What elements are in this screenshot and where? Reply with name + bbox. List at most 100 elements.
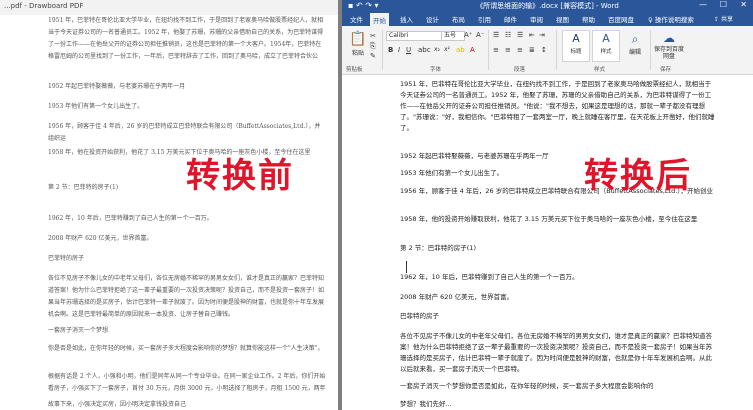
pdf-paragraph: 1953 年他们有第一个女儿出生了。 bbox=[48, 103, 144, 110]
share-button[interactable]: ⇪ 共享 bbox=[714, 14, 733, 23]
superscript-icon[interactable]: x² bbox=[444, 46, 450, 53]
tab-layout[interactable]: 布局 bbox=[452, 14, 465, 24]
word-window-title: 《所谓思维面的输》.docx [兼容模式] - Word bbox=[476, 2, 619, 10]
pdf-paragraph: 1956 年，顾客于佳 4 年后，26 岁的巴菲特成立巴菲特联合有限公司（Buf… bbox=[48, 123, 321, 142]
styles-icon: A bbox=[602, 32, 610, 45]
paste-icon: 📋 bbox=[349, 31, 367, 47]
before-label: 转换前 bbox=[186, 156, 294, 196]
style-heading-icon: A bbox=[572, 32, 580, 45]
grow-font-icon[interactable]: A⁺ bbox=[464, 31, 472, 39]
tab-view[interactable]: 视图 bbox=[556, 14, 569, 24]
save-to-baidu-button[interactable]: ☁ 保存到百度网盘 bbox=[654, 30, 684, 60]
pdf-paragraph: 各位不见房子不像儿女的中老年父母们，各位无房婚不稀罕的男男女女们，谁才是真正的赢… bbox=[48, 275, 325, 318]
multilevel-list-icon[interactable]: ☰ bbox=[517, 31, 523, 39]
separator bbox=[556, 30, 557, 70]
copy-icon[interactable]: ⎘ bbox=[370, 42, 376, 51]
paragraph-group-label: 段落 bbox=[514, 67, 526, 73]
doc-paragraph: 巴菲特的房子 bbox=[400, 312, 439, 320]
save-to-baidu-label: 保存到百度网盘 bbox=[654, 46, 685, 60]
tab-file[interactable]: 文件 bbox=[350, 14, 363, 24]
paste-label: 粘贴 bbox=[351, 50, 364, 57]
tab-design[interactable]: 设计 bbox=[426, 14, 439, 24]
save-group-label: 保存 bbox=[660, 67, 672, 73]
format-painter-icon[interactable]: ✎ bbox=[370, 52, 376, 60]
ribbon-tabs: 文件 开始 插入 设计 布局 引用 邮件 审阅 视图 帮助 百度网盘 ♀ 操作说… bbox=[342, 12, 753, 28]
paste-button[interactable]: 📋 粘贴 bbox=[348, 30, 368, 57]
doc-heading: 第 2 节：巴菲特的房子(1) bbox=[400, 244, 476, 252]
tab-mailings[interactable]: 邮件 bbox=[504, 14, 517, 24]
tab-references[interactable]: 引用 bbox=[478, 14, 491, 24]
strikethrough-icon[interactable]: abc bbox=[418, 46, 431, 54]
pdf-paragraph: 1962 年，10 年后，巴菲特赚到了自己人生的第一个一百万。 bbox=[48, 215, 213, 222]
increase-indent-icon[interactable]: ⇥ bbox=[539, 31, 545, 39]
ribbon-home: 📋 粘贴 ✂ ⎘ ✎ 剪贴板 Calibri 五号 A⁺ A⁻ B I U ab… bbox=[342, 16, 753, 75]
underline-icon[interactable]: U bbox=[406, 46, 411, 54]
lightbulb-icon: ♀ bbox=[648, 16, 655, 24]
tell-me-label: 操作说明搜索 bbox=[654, 16, 694, 24]
font-color-icon[interactable]: A bbox=[470, 46, 475, 54]
separator bbox=[650, 30, 651, 70]
bullets-icon[interactable]: ☰ bbox=[493, 31, 499, 39]
styles-group-label: 样式 bbox=[594, 67, 606, 73]
font-group-label: 字体 bbox=[430, 67, 442, 73]
doc-paragraph: 1958 年，他的投资开始赚取获利，他花了 3.15 万美元买下位于奥马哈的一座… bbox=[400, 215, 698, 223]
pdf-page[interactable]: 1951 年，巴菲特在哥伦比亚大学毕业，在纽约找不到工作，于是回到了老家奥马哈做… bbox=[0, 15, 338, 410]
close-icon[interactable]: ✕ bbox=[740, 0, 747, 9]
italic-icon[interactable]: I bbox=[398, 46, 400, 54]
minimize-icon[interactable]: — bbox=[699, 0, 707, 9]
tab-review[interactable]: 审阅 bbox=[530, 14, 543, 24]
separator bbox=[488, 30, 489, 70]
separator bbox=[382, 30, 383, 70]
share-label: 共享 bbox=[720, 16, 733, 23]
align-center-icon[interactable]: ≡ bbox=[505, 46, 511, 54]
style-heading-button[interactable]: A 标题 bbox=[562, 30, 590, 62]
tab-insert[interactable]: 插入 bbox=[400, 14, 413, 24]
line-spacing-icon[interactable]: ↕ bbox=[541, 46, 547, 54]
doc-paragraph: 各位不见房子不像儿女的中老年父母们，各位无房婚不稀罕的男男女女们，谁才是真正的赢… bbox=[400, 332, 712, 373]
find-icon: ⌕ bbox=[631, 32, 639, 46]
cut-icon[interactable]: ✂ bbox=[370, 32, 376, 40]
tab-baidu-netdisk[interactable]: 百度网盘 bbox=[608, 14, 634, 24]
editing-button[interactable]: ⌕ 编辑 bbox=[624, 31, 646, 56]
subscript-icon[interactable]: x₂ bbox=[434, 46, 440, 53]
pdf-window-title: ...pdf - Drawboard PDF bbox=[4, 2, 84, 10]
font-size-select[interactable]: 五号 bbox=[441, 31, 465, 41]
pdf-paragraph: 1952 年起巴菲特娶薇薇，与老婆苏珊在乎两年一月 bbox=[48, 83, 186, 90]
doc-paragraph: 梦想？我们先好... bbox=[400, 400, 452, 408]
share-icon: ⇪ bbox=[714, 16, 721, 23]
document-page[interactable]: 1951 年，巴菲特在哥伦比亚大学毕业，在纽约找不到工作，于是回到了老家奥马哈做… bbox=[342, 75, 753, 410]
pdf-paragraph: 一套房子消灭一个梦想 bbox=[48, 327, 109, 334]
pdf-paragraph: 根据有话是 2 个人，小强和小明，他们是同年从同一个专业毕业。在同一家企业工作。… bbox=[48, 373, 326, 392]
tell-me-search[interactable]: ♀ 操作说明搜索 bbox=[648, 14, 694, 24]
pdf-paragraph: 故事下来，小强决定买房，因小明决定拿钱投资自己 bbox=[48, 401, 187, 408]
maximize-icon[interactable]: ☐ bbox=[720, 0, 727, 9]
editing-label: 编辑 bbox=[628, 49, 641, 56]
word-window: ▪ ↶ ↷ ▾ 《所谓思维面的输》.docx [兼容模式] - Word — ☐… bbox=[342, 0, 753, 410]
numbering-icon[interactable]: ☷ bbox=[505, 31, 511, 39]
doc-paragraph: 1951 年，巴菲特在哥伦比亚大学毕业，在纽约找不到工作，于是回到了老家奥马哈做… bbox=[400, 80, 715, 132]
shrink-font-icon[interactable]: A⁻ bbox=[476, 31, 484, 39]
highlight-icon[interactable]: ab bbox=[456, 46, 465, 54]
after-label: 转换后 bbox=[584, 156, 692, 196]
font-name-select[interactable]: Calibri bbox=[386, 31, 442, 41]
doc-paragraph: 一套房子消灭一个梦想你是否是如此，在你年轻的时候，买一套房子多大程度会影响你的 bbox=[400, 382, 654, 390]
pdf-titlebar: ...pdf - Drawboard PDF bbox=[0, 0, 338, 16]
pdf-paragraph: 你是否是如此，在你年轻的时候，买一套房子多大程度会影响你的梦想？就算你能这样一个… bbox=[48, 345, 324, 352]
pdf-viewer-window: ...pdf - Drawboard PDF 1951 年，巴菲特在哥伦比亚大学… bbox=[0, 0, 338, 410]
cloud-save-icon: ☁ bbox=[663, 31, 675, 45]
style-heading-label: 标题 bbox=[570, 49, 582, 55]
styles-gallery-button[interactable]: A 样式 bbox=[592, 30, 620, 62]
pdf-paragraph: 巴菲特的房子 bbox=[48, 255, 85, 262]
align-left-icon[interactable]: ≡ bbox=[493, 46, 499, 54]
pdf-paragraph: 2008 年财产 620 亿美元，世界首富。 bbox=[48, 235, 153, 242]
clipboard-group-label: 剪贴板 bbox=[346, 67, 363, 73]
decrease-indent-icon[interactable]: ⇤ bbox=[529, 31, 535, 39]
justify-icon[interactable]: ≣ bbox=[529, 46, 535, 54]
doc-paragraph: 2008 年财产 620 亿美元，世界首富。 bbox=[400, 293, 514, 301]
styles-label: 样式 bbox=[600, 49, 612, 55]
bold-icon[interactable]: B bbox=[388, 46, 393, 54]
doc-paragraph: 1962 年，10 年后，巴菲特赚到了自己人生的第一个一百万。 bbox=[400, 273, 579, 281]
pdf-paragraph: 1951 年，巴菲特在哥伦比亚大学毕业，在纽约找不到工作，于是回到了老家奥马哈做… bbox=[48, 17, 324, 60]
align-right-icon[interactable]: ≡ bbox=[517, 46, 523, 54]
tab-help[interactable]: 帮助 bbox=[582, 14, 595, 24]
